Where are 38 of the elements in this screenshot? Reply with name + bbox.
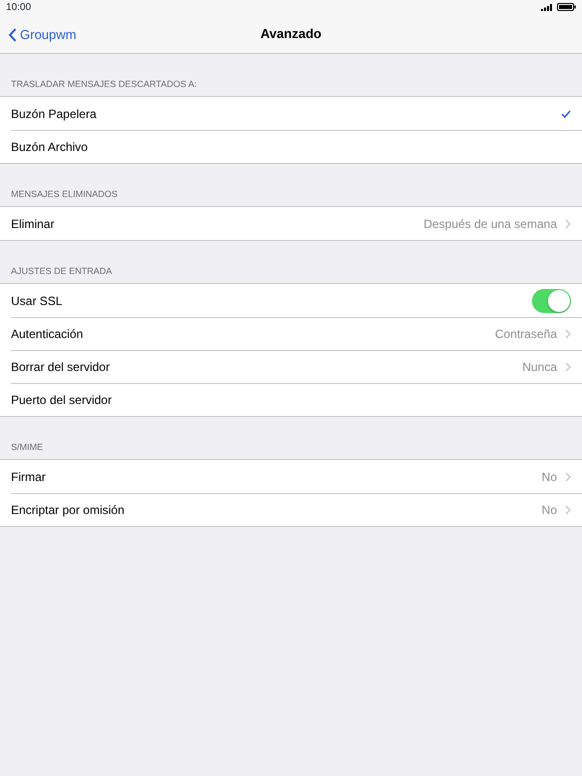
row-label: Encriptar por omisión — [11, 502, 126, 518]
toggle-switch[interactable] — [532, 288, 571, 312]
chevron-icon — [565, 504, 571, 514]
settings-row[interactable]: Usar SSL — [0, 284, 582, 317]
status-time: 10:00 — [6, 0, 32, 14]
row-label: Puerto del servidor — [11, 392, 113, 408]
settings-row[interactable]: Buzón Papelera — [0, 97, 582, 130]
row-label: Buzón Papelera — [11, 106, 98, 122]
back-button[interactable]: Groupwm — [8, 25, 76, 44]
row-value: No — [542, 502, 557, 518]
section-header: S/MIME — [10, 440, 44, 454]
row-value: Después de una semana — [424, 216, 557, 232]
chevron-icon — [565, 362, 571, 372]
battery-icon — [557, 3, 576, 11]
row-value: No — [542, 468, 557, 486]
chevron-icon — [565, 472, 571, 482]
row-label: Autenticación — [11, 326, 84, 342]
row-label: Buzón Archivo — [11, 138, 89, 156]
row-label: Firmar — [11, 468, 47, 486]
signal-icon — [541, 4, 553, 10]
row-value: Nunca — [522, 358, 557, 376]
row-label: Borrar del servidor — [11, 358, 111, 376]
settings-row[interactable]: Buzón Archivo — [0, 130, 582, 163]
settings-row[interactable]: Eliminar Después de una semana — [0, 207, 582, 240]
row-label: Usar SSL — [11, 292, 64, 310]
section-header: AJUSTES DE ENTRADA — [10, 264, 114, 278]
section-header: TRASLADAR MENSAJES DESCARTADOS A: — [10, 78, 198, 90]
settings-row[interactable]: Encriptar por omisión No — [0, 493, 582, 526]
chevron-icon — [565, 328, 571, 338]
row-label: Eliminar — [11, 216, 56, 232]
back-chevron-icon — [8, 28, 17, 42]
page-title: Avanzado — [260, 24, 322, 43]
settings-row[interactable]: Borrar del servidor Nunca — [0, 350, 582, 383]
section-header: MENSAJES ELIMINADOS — [10, 188, 119, 200]
row-value: Contraseña — [494, 326, 557, 342]
settings-row[interactable]: Autenticación Contraseña — [0, 317, 582, 350]
settings-row[interactable]: Firmar No — [0, 460, 582, 493]
chevron-icon — [565, 218, 571, 228]
